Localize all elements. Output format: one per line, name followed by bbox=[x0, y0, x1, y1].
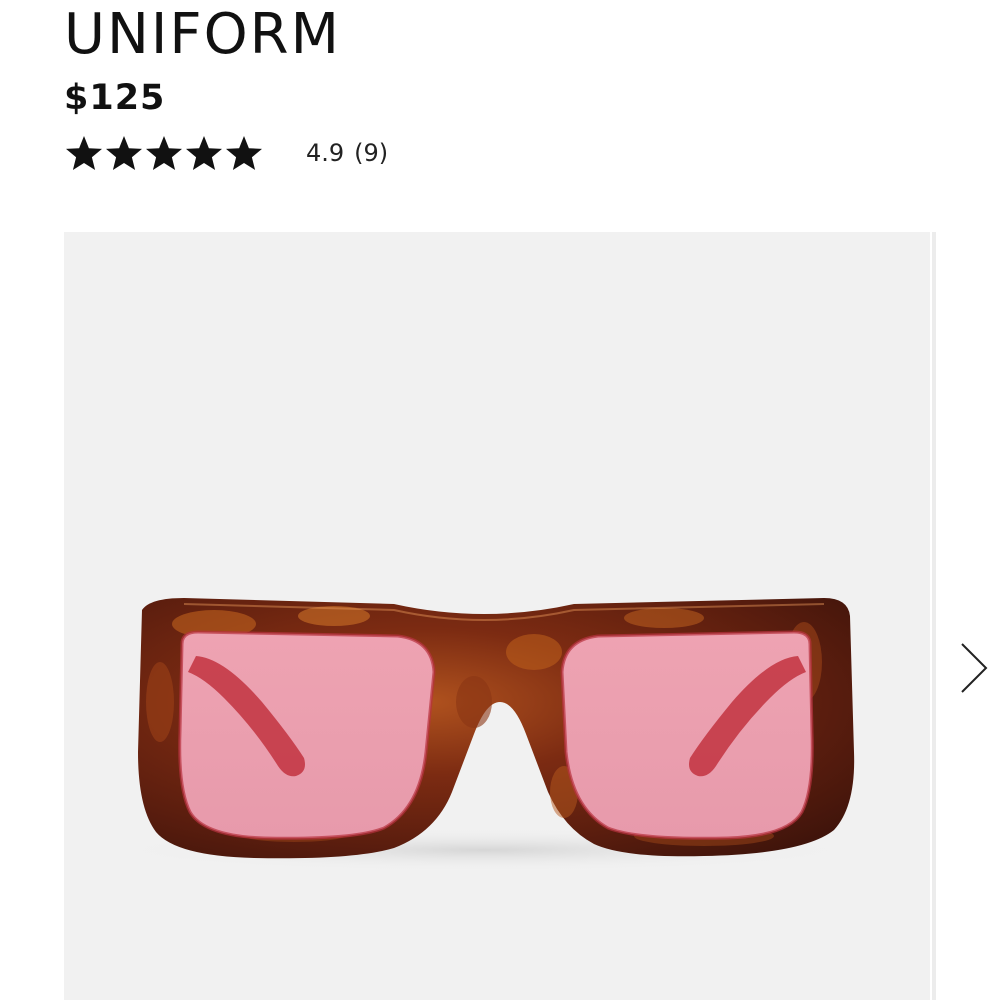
star-icon bbox=[186, 136, 222, 170]
star-icon bbox=[106, 136, 142, 170]
product-title: UNIFORM bbox=[64, 2, 341, 67]
next-slide-peek bbox=[932, 232, 936, 1000]
rating-value: 4.9 bbox=[306, 139, 345, 167]
product-image bbox=[104, 598, 864, 872]
product-image-gallery[interactable] bbox=[64, 232, 930, 1000]
chevron-right-icon[interactable] bbox=[954, 640, 994, 696]
star-icon bbox=[226, 136, 262, 170]
star-rating[interactable] bbox=[64, 133, 264, 173]
review-count-link[interactable]: (9) bbox=[354, 139, 388, 167]
star-icon bbox=[66, 136, 102, 170]
star-icon bbox=[146, 136, 182, 170]
rating-row: 4.9 (9) bbox=[64, 132, 388, 174]
product-page: UNIFORM $125 4.9 (9) bbox=[0, 0, 1000, 1000]
product-price: $125 bbox=[64, 78, 166, 118]
